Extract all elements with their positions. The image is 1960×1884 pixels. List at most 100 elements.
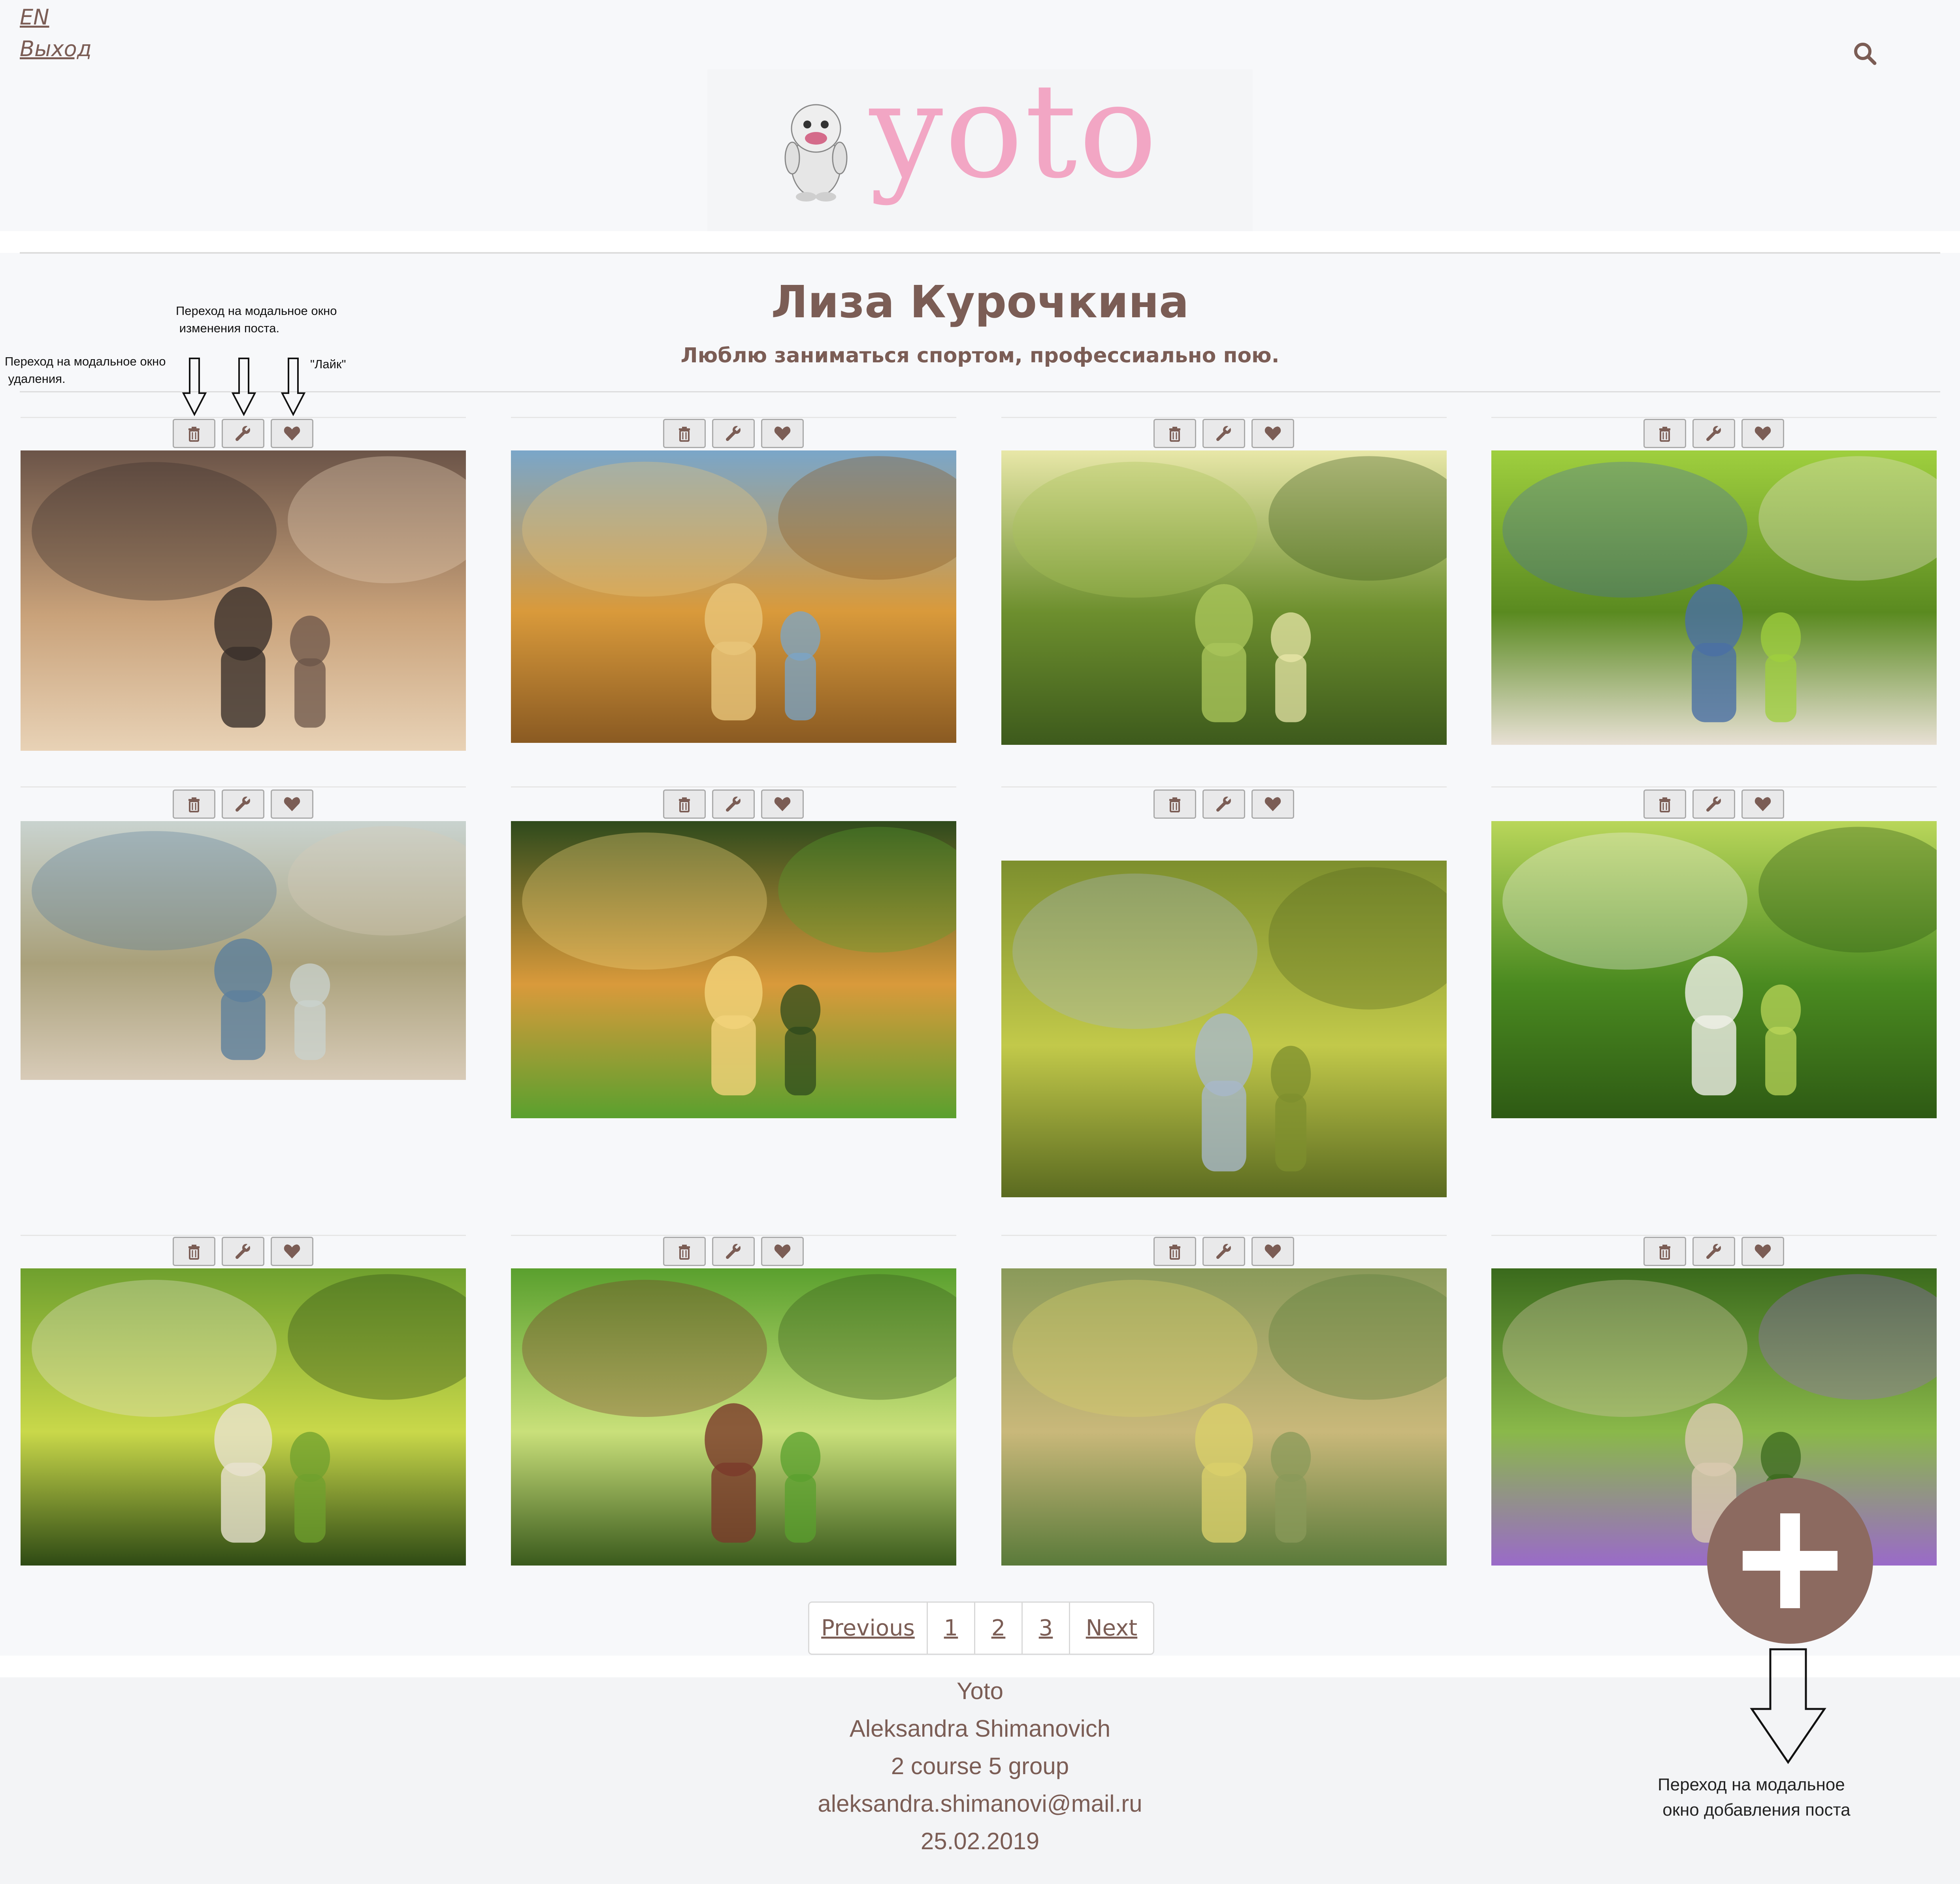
logout-link[interactable]: Выход (20, 36, 92, 61)
like-post-button[interactable] (1251, 419, 1294, 448)
edit-post-button[interactable] (1692, 789, 1735, 819)
down-arrow-icon (281, 358, 306, 416)
delete-post-button[interactable] (1153, 789, 1196, 819)
divider (20, 252, 1940, 254)
add-annotation: Переход на модальное окно добавления пос… (1658, 1775, 1851, 1820)
wrench-icon (236, 796, 250, 812)
down-arrow-icon (182, 358, 207, 416)
wrench-icon (726, 796, 741, 812)
pagination-previous[interactable]: Previous (809, 1603, 928, 1654)
edit-post-button[interactable] (1202, 1237, 1245, 1266)
heart-icon (1265, 1244, 1281, 1259)
edit-post-button[interactable] (712, 1237, 755, 1266)
post-photo[interactable] (1491, 821, 1937, 1118)
like-post-button[interactable] (761, 789, 804, 819)
edit-post-button[interactable] (222, 419, 264, 448)
post-card (1001, 786, 1447, 789)
post-photo[interactable] (1491, 450, 1937, 745)
like-post-button[interactable] (1741, 1237, 1784, 1266)
wrench-icon (1706, 1243, 1721, 1259)
delete-annotation: Переход на модальное окно удаления. (5, 354, 166, 386)
trash-icon (679, 1245, 690, 1260)
pagination-page-1[interactable]: 1 (928, 1603, 975, 1654)
heart-icon (1755, 797, 1771, 811)
like-post-button[interactable] (1251, 789, 1294, 819)
footer-divider (0, 1656, 1960, 1677)
yeti-mascot-icon (776, 91, 856, 202)
delete-post-button[interactable] (1153, 1237, 1196, 1266)
down-arrow-icon (1749, 1648, 1828, 1766)
footer-date: 25.02.2019 (920, 1828, 1040, 1854)
header-divider (0, 231, 1960, 253)
delete-post-button[interactable] (1643, 1237, 1686, 1266)
post-photo[interactable] (1001, 861, 1447, 1197)
delete-post-button[interactable] (173, 419, 215, 448)
edit-post-button[interactable] (712, 419, 755, 448)
wrench-icon (1216, 796, 1231, 812)
post-card (511, 786, 956, 789)
post-photo[interactable] (1001, 450, 1447, 745)
edit-post-button[interactable] (222, 789, 264, 819)
post-photo[interactable] (511, 1268, 956, 1566)
trash-icon (1169, 427, 1180, 442)
post-card (1491, 786, 1937, 789)
pagination-page-2[interactable]: 2 (975, 1603, 1023, 1654)
post-photo[interactable] (21, 821, 466, 1080)
like-post-button[interactable] (1251, 1237, 1294, 1266)
heart-icon (1265, 426, 1281, 441)
like-post-button[interactable] (271, 1237, 313, 1266)
wrench-icon (726, 1243, 741, 1259)
trash-icon (188, 797, 200, 812)
post-photo[interactable] (21, 1268, 466, 1566)
wrench-icon (236, 1243, 250, 1259)
heart-icon (774, 426, 791, 441)
heart-icon (774, 1244, 791, 1259)
edit-post-button[interactable] (222, 1237, 264, 1266)
footer-brand: Yoto (957, 1678, 1003, 1704)
heart-icon (284, 797, 300, 811)
heart-icon (284, 1244, 300, 1259)
trash-icon (1169, 1245, 1180, 1260)
like-post-button[interactable] (1741, 419, 1784, 448)
pagination-next[interactable]: Next (1070, 1603, 1153, 1654)
delete-post-button[interactable] (663, 419, 706, 448)
post-photo[interactable] (1001, 1268, 1447, 1566)
trash-icon (188, 1245, 200, 1260)
pagination-page-3[interactable]: 3 (1023, 1603, 1070, 1654)
heart-icon (1265, 797, 1281, 811)
like-post-button[interactable] (761, 419, 804, 448)
like-post-button[interactable] (761, 1237, 804, 1266)
trash-icon (679, 427, 690, 442)
trash-icon (679, 797, 690, 812)
like-post-button[interactable] (1741, 789, 1784, 819)
language-switch-link[interactable]: EN (20, 5, 49, 30)
delete-post-button[interactable] (1643, 789, 1686, 819)
heart-icon (774, 797, 791, 811)
edit-post-button[interactable] (1202, 419, 1245, 448)
edit-post-button[interactable] (712, 789, 755, 819)
edit-post-button[interactable] (1692, 1237, 1735, 1266)
post-photo[interactable] (21, 450, 466, 751)
footer: Yoto Aleksandra Shimanovich 2 course 5 g… (0, 1656, 1960, 1884)
wrench-icon (1706, 796, 1721, 812)
delete-post-button[interactable] (173, 1237, 215, 1266)
pagination: Previous 1 2 3 Next (808, 1601, 1154, 1655)
like-post-button[interactable] (271, 419, 313, 448)
post-card (21, 786, 466, 789)
delete-post-button[interactable] (663, 789, 706, 819)
down-arrow-icon (231, 358, 256, 416)
search-icon[interactable] (1853, 41, 1878, 66)
delete-post-button[interactable] (1643, 419, 1686, 448)
wrench-icon (236, 426, 250, 441)
edit-post-button[interactable] (1202, 789, 1245, 819)
delete-post-button[interactable] (1153, 419, 1196, 448)
trash-icon (1659, 1245, 1670, 1260)
post-photo[interactable] (511, 821, 956, 1118)
like-post-button[interactable] (271, 789, 313, 819)
edit-post-button[interactable] (1692, 419, 1735, 448)
add-post-button[interactable] (1707, 1478, 1873, 1644)
divider (20, 391, 1940, 392)
delete-post-button[interactable] (173, 789, 215, 819)
delete-post-button[interactable] (663, 1237, 706, 1266)
post-photo[interactable] (511, 450, 956, 743)
